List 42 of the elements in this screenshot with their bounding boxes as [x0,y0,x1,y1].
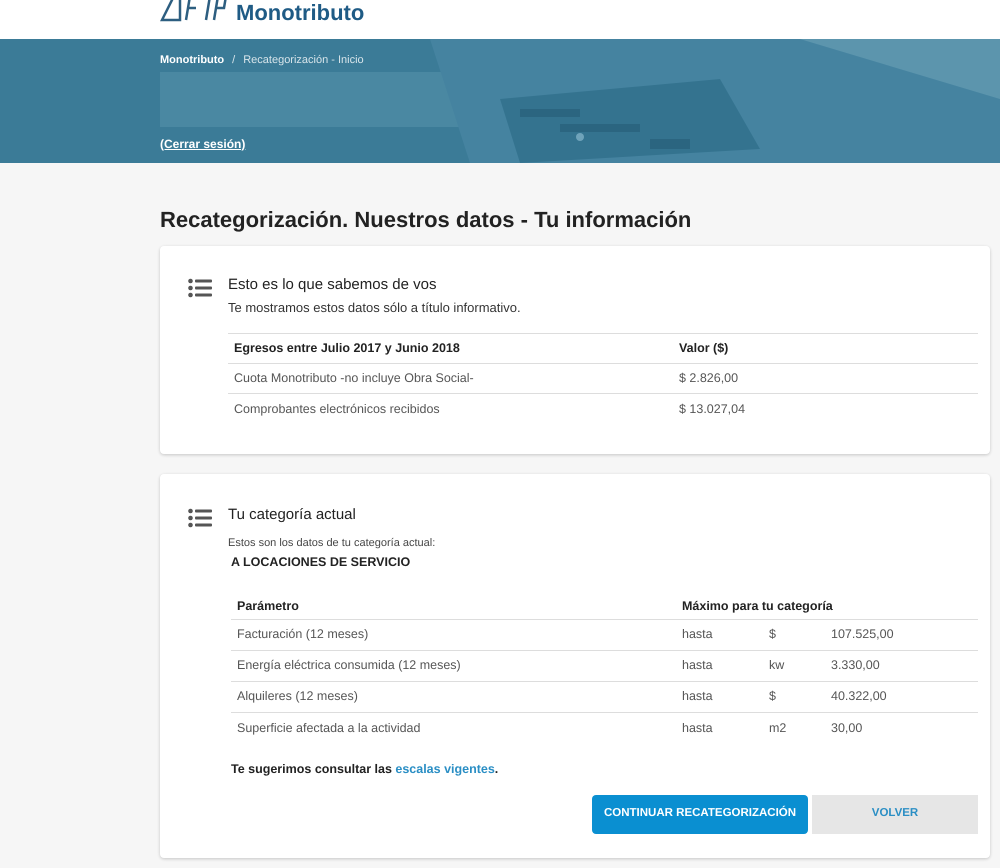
table-cell-text: Comprobantes electrónicos recibidos [234,400,441,418]
category-name: A LOCACIONES DE SERVICIO [231,554,412,571]
table-cell-text: Energía eléctrica consumida (12 meses) [237,657,462,674]
table-cell-text: 30,00 [831,720,862,737]
breadcrumb-link[interactable]: Monotributo [160,52,224,68]
table-cell-text: 40.322,00 [831,688,887,706]
table-cell-text: kw [769,657,786,674]
continue-button[interactable]: CONTINUAR RECATEGORIZACIÓN [592,794,808,834]
table-cell-text: hasta [682,626,714,644]
card-subtitle: Estos son los datos de tu categoría actual: [228,536,436,550]
column-header: Egresos entre Julio 2017 y Junio 2018 [234,340,461,358]
table-cell-text: Cuota Monotributo -no incluye Obra Social- [234,370,475,388]
table-cell-text: $ [769,688,777,706]
table-cell-text: hasta [682,688,714,706]
table-cell-text: Facturación (12 meses) [237,626,370,644]
column-header: Parámetro [237,598,300,615]
table-cell-text: hasta [682,657,714,674]
table-cell-text: 107.525,00 [831,626,894,644]
column-header: Valor ($) [679,340,728,358]
table-cell-text: Alquileres (12 meses) [237,688,359,706]
back-button[interactable]: VOLVER [812,794,978,834]
list-icon [188,508,212,528]
table-cell-text: hasta [682,720,714,737]
table-cell-text: $ 2.826,00 [679,370,738,388]
table-cell-text: 3.330,00 [831,657,880,674]
scales-link[interactable]: escalas vigentes [395,762,495,776]
card-title: Esto es lo que sabemos de vos [228,275,438,295]
list-icon [188,278,212,298]
page-title: Recategorización. Nuestros datos - Tu información [160,206,692,234]
card-subtitle: Te mostramos estos datos sólo a título informativo. [228,298,522,316]
table-cell-text: $ 13.027,04 [679,400,746,418]
breadcrumb-separator: / [232,53,236,68]
hint-text: Te sugerimos consultar las escalas vigentes. [231,760,500,778]
table-cell-text: $ [769,626,777,644]
breadcrumb-link[interactable]: Recategorización - Inicio [243,52,364,68]
card-title: Tu categoría actual [228,505,357,525]
logo-icon [160,0,228,22]
column-header: Máximo para tu categoría [682,598,833,615]
logout-link[interactable]: (Cerrar sesión) [160,134,246,152]
table-cell-text: Superficie afectada a la actividad [237,720,422,737]
brand-name: Monotributo [236,2,364,24]
table-cell-text: m2 [769,720,788,737]
